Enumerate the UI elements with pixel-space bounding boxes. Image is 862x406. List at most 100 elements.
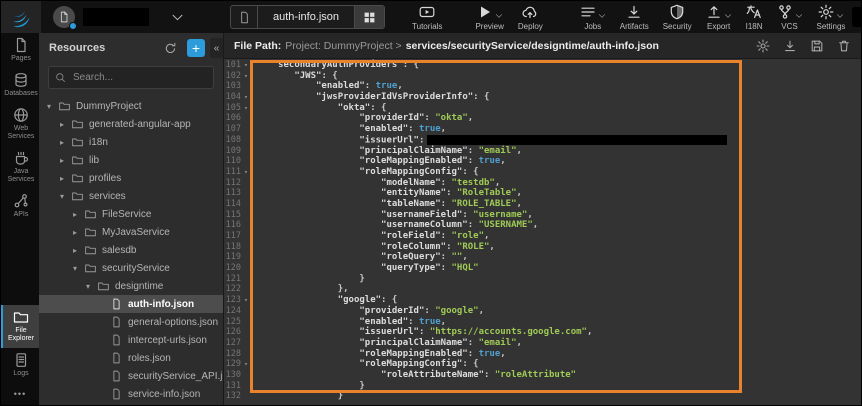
fold-caret-icon[interactable]: ▾: [241, 71, 251, 82]
sidebar-item-web-services[interactable]: Web Services: [1, 103, 39, 146]
tree-item-salesdb[interactable]: ▸salesdb: [39, 241, 223, 259]
collapse-panel-button[interactable]: «: [210, 38, 223, 58]
chevron-down-icon[interactable]: [171, 11, 184, 24]
open-file-tab[interactable]: auth-info.json: [230, 5, 385, 29]
sidebar-item-apis[interactable]: APIs: [1, 189, 39, 224]
toolbar-preview-button[interactable]: Preview: [475, 4, 503, 31]
refresh-icon[interactable]: [164, 42, 177, 55]
code-line[interactable]: 117"roleField": "role",: [224, 231, 861, 242]
fold-caret-icon[interactable]: ▾: [241, 103, 251, 114]
sidebar-item-java-services[interactable]: Java Services: [1, 146, 39, 189]
caret-down-icon[interactable]: ▾: [73, 264, 84, 273]
tree-item-dummyproject[interactable]: ▾DummyProject: [39, 97, 223, 115]
code-line[interactable]: 127"principalClaimName": "email",: [224, 338, 861, 349]
sidebar-more-button[interactable]: •••: [1, 383, 39, 406]
caret-right-icon[interactable]: ▸: [73, 210, 84, 219]
caret-right-icon[interactable]: ▸: [60, 174, 71, 183]
save-icon[interactable]: [810, 39, 824, 53]
code-line[interactable]: 132}: [224, 391, 861, 402]
caret-down-icon[interactable]: ▾: [47, 102, 58, 111]
code-line[interactable]: 102▾"JWS": {: [224, 71, 861, 82]
tree-item-designtime[interactable]: ▾designtime: [39, 277, 223, 295]
add-resource-button[interactable]: +: [187, 39, 205, 57]
tree-item-lib[interactable]: ▸lib: [39, 151, 223, 169]
chevron-down-icon[interactable]: [495, 12, 503, 20]
code-line[interactable]: 125"enabled": true,: [224, 317, 861, 328]
tree-item-auth-info-json[interactable]: auth-info.json: [39, 295, 223, 313]
fold-caret-icon[interactable]: ▾: [241, 167, 251, 178]
tree-item-general-options-json[interactable]: general-options.json: [39, 313, 223, 331]
code-line[interactable]: 107"enabled": true,: [224, 124, 861, 135]
chevron-down-icon[interactable]: [724, 12, 732, 20]
caret-right-icon[interactable]: ▸: [60, 120, 71, 129]
toolbar-settings-button[interactable]: Settings: [817, 4, 846, 31]
code-line[interactable]: 113"entityName": "RoleTable",: [224, 188, 861, 199]
sidebar-item-databases[interactable]: Databases: [1, 68, 39, 103]
tree-item-intercept-urls-json[interactable]: intercept-urls.json: [39, 331, 223, 349]
caret-right-icon[interactable]: ▸: [73, 246, 84, 255]
code-line[interactable]: 115"usernameField": "username",: [224, 210, 861, 221]
grid-view-button[interactable]: [354, 6, 384, 28]
tree-item-service-info-json[interactable]: service-info.json: [39, 385, 223, 403]
tree-item-myjavaservice[interactable]: ▸MyJavaService: [39, 223, 223, 241]
toolbar-jobs-button[interactable]: Jobs: [580, 4, 606, 31]
download-icon[interactable]: [783, 39, 797, 53]
fold-caret-icon[interactable]: ▾: [241, 60, 251, 71]
fold-caret-icon[interactable]: ▾: [241, 92, 251, 103]
code-line[interactable]: 116"usernameColumn": "USERNAME",: [224, 220, 861, 231]
fold-caret-icon[interactable]: ▾: [241, 359, 251, 370]
toolbar-i18n-button[interactable]: I18N: [746, 4, 763, 31]
gear-icon[interactable]: [756, 39, 770, 53]
toolbar-security-button[interactable]: Security: [663, 4, 692, 31]
code-line[interactable]: 108"issuerUrl":: [224, 135, 861, 146]
code-line[interactable]: 106"providerId": "okta",: [224, 113, 861, 124]
sidebar-item-file-explorer[interactable]: File Explorer: [1, 305, 39, 348]
trash-icon[interactable]: [837, 39, 851, 53]
chevron-down-icon[interactable]: [598, 12, 606, 20]
tree-item-profiles[interactable]: ▸profiles: [39, 169, 223, 187]
caret-right-icon[interactable]: ▸: [60, 138, 71, 147]
project-switcher[interactable]: [53, 6, 184, 28]
code-line[interactable]: 121}: [224, 274, 861, 285]
code-line[interactable]: 131}: [224, 381, 861, 392]
caret-down-icon[interactable]: ▾: [86, 282, 97, 291]
code-line[interactable]: 111▾"roleMappingConfig": {: [224, 167, 861, 178]
code-line[interactable]: 101▾"secondaryAuthProviders": {: [224, 60, 861, 71]
code-line[interactable]: 114"tableName": "ROLE_TABLE",: [224, 199, 861, 210]
code-editor[interactable]: 101▾"secondaryAuthProviders": {102▾"JWS"…: [224, 59, 861, 406]
caret-right-icon[interactable]: ▸: [60, 156, 71, 165]
toolbar-deploy-button[interactable]: Deploy: [518, 4, 543, 31]
code-line[interactable]: 126"issuerUrl": "https://accounts.google…: [224, 327, 861, 338]
code-line[interactable]: 128"roleMappingEnabled": true,: [224, 349, 861, 360]
code-line[interactable]: 122},: [224, 284, 861, 295]
tree-item-roles-json[interactable]: roles.json: [39, 349, 223, 367]
code-line[interactable]: 104▾"jwsProviderIdVsProviderInfo": {: [224, 92, 861, 103]
code-line[interactable]: 118"roleColumn": "ROLE",: [224, 242, 861, 253]
tree-item-fileservice[interactable]: ▸FileService: [39, 205, 223, 223]
code-line[interactable]: 110"roleMappingEnabled": true,: [224, 156, 861, 167]
toolbar-vcs-button[interactable]: VCS: [777, 4, 803, 31]
tree-item-securityservice-api-json[interactable]: securityService_API.json: [39, 367, 223, 385]
tree-item-services[interactable]: ▾services: [39, 187, 223, 205]
code-line[interactable]: 124"providerId": "google",: [224, 306, 861, 317]
code-line[interactable]: 119"roleQuery": "",: [224, 252, 861, 263]
code-line[interactable]: 130"roleAttributeName": "roleAttribute": [224, 370, 861, 381]
code-line[interactable]: 120"queryType": "HQL": [224, 263, 861, 274]
code-line[interactable]: 105▾"okta": {: [224, 103, 861, 114]
code-line[interactable]: 109"principalClaimName": "email",: [224, 146, 861, 157]
chevron-down-icon[interactable]: [795, 12, 803, 20]
caret-down-icon[interactable]: ▾: [60, 192, 71, 201]
fold-caret-icon[interactable]: ▾: [241, 295, 251, 306]
caret-right-icon[interactable]: ▸: [73, 228, 84, 237]
toolbar-artifacts-button[interactable]: Artifacts: [620, 4, 649, 31]
toolbar-tutorials-button[interactable]: Tutorials: [412, 4, 442, 31]
chevron-down-icon[interactable]: [836, 12, 844, 20]
code-line[interactable]: 103"enabled": true,: [224, 81, 861, 92]
tree-item-securityservice[interactable]: ▾securityService: [39, 259, 223, 277]
wavemaker-logo[interactable]: [1, 1, 41, 33]
sidebar-item-pages[interactable]: Pages: [1, 33, 39, 68]
code-line[interactable]: 112"modelName": "testdb",: [224, 178, 861, 189]
sidebar-item-logs[interactable]: Logs: [1, 348, 39, 383]
tree-item-generated-angular-app[interactable]: ▸generated-angular-app: [39, 115, 223, 133]
tree-item-i18n[interactable]: ▸i18n: [39, 133, 223, 151]
